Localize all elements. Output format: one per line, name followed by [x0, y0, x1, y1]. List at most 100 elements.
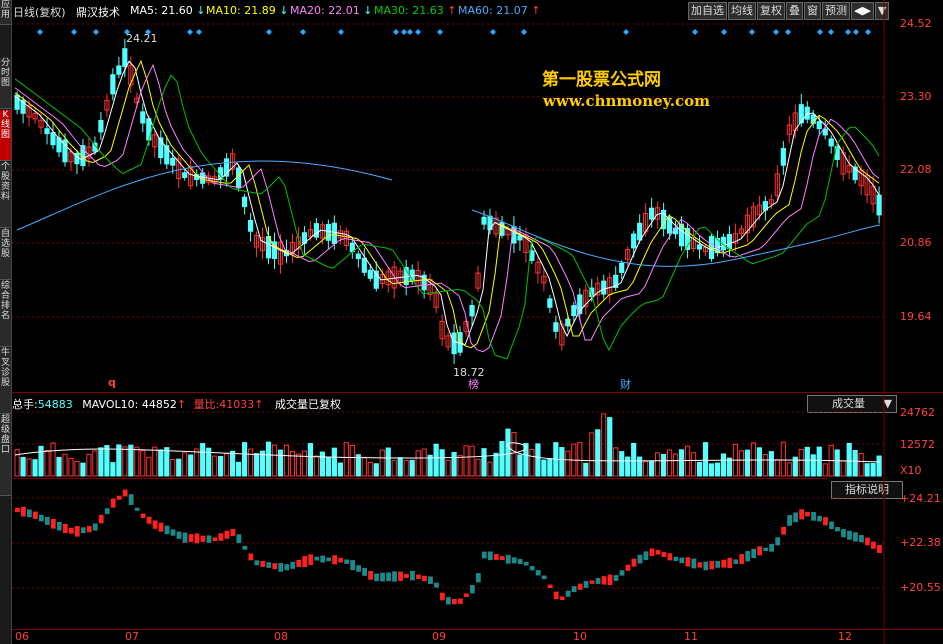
indicator-block: [308, 554, 314, 565]
volume-bar: [38, 445, 44, 477]
signal-diamond: [407, 29, 413, 35]
volume-bar: [541, 459, 547, 477]
indicator-block: [158, 522, 164, 532]
volume-bar: [457, 455, 463, 477]
indicator-block: [787, 515, 793, 526]
volume-bar: [307, 443, 314, 477]
indicator-block: [457, 598, 463, 604]
indicator-block: [266, 562, 272, 568]
indicator-block: [817, 515, 822, 522]
candle-body: [355, 253, 361, 260]
volume-bar: [319, 451, 325, 477]
indicator-block: [404, 573, 409, 578]
volume-bar: [146, 456, 152, 477]
indicator-block: [236, 534, 242, 544]
indicator-block: [529, 566, 535, 571]
volume-bar: [26, 458, 32, 477]
indicator-block: [721, 559, 727, 568]
volume-bar: [768, 451, 774, 477]
indicator-block: [511, 557, 517, 564]
side-tab-watchlist[interactable]: 自选股: [0, 229, 11, 280]
volume-bar: [661, 453, 667, 477]
side-tab-apps[interactable]: 应用: [0, 0, 11, 25]
volume-bar: [529, 448, 535, 477]
indicator-block: [416, 574, 421, 579]
candle-body: [810, 114, 816, 124]
indicator-block: [835, 527, 840, 532]
volume-bar: [637, 456, 643, 477]
indicator-block: [368, 570, 373, 580]
indicator-block: [218, 533, 224, 541]
volume-bar: [810, 454, 816, 477]
indicator-block: [260, 560, 266, 567]
indicator-block: [481, 551, 487, 559]
indicator-block: [811, 512, 816, 521]
candle-body: [140, 111, 146, 124]
chart-area: 日线(复权) 鼎汉技术 MA5: 21.60 ↓ MA10: 21.89 ↓ M…: [12, 0, 943, 644]
volume-bar: [672, 453, 679, 477]
kline-plot[interactable]: [12, 0, 943, 644]
indicator-block: [440, 592, 445, 601]
volume-bar: [499, 441, 505, 477]
volume-bar: [463, 445, 469, 477]
volume-bar: [283, 444, 290, 477]
indicator-block: [613, 575, 619, 581]
indicator-block: [493, 554, 499, 560]
indicator-block: [607, 574, 613, 586]
candle-body: [816, 121, 822, 130]
indicator-block: [338, 557, 344, 563]
indicator-block: [230, 528, 236, 536]
side-tab-super-quote[interactable]: 超级盘口: [0, 415, 11, 496]
volume-bar: [200, 443, 206, 477]
volume-bar: [840, 460, 846, 477]
signal-diamond: [401, 29, 407, 35]
volume-bar: [876, 455, 882, 477]
indicator-block: [679, 557, 685, 564]
volume-bar: [235, 461, 242, 477]
volume-bar: [858, 453, 864, 477]
volume-bar: [194, 448, 200, 477]
volume-bar: [331, 447, 337, 477]
volume-bar: [313, 455, 320, 477]
indicator-block: [320, 555, 326, 563]
candle-body: [50, 132, 56, 146]
candle-body: [619, 262, 625, 273]
indicator-block: [152, 520, 158, 529]
side-tab-diagnosis[interactable]: 牛叉诊股: [0, 348, 11, 414]
indicator-block: [92, 523, 98, 531]
candle-body: [182, 172, 188, 178]
indicator-block: [829, 521, 834, 529]
side-tab-intraday[interactable]: 分时图: [0, 58, 11, 109]
indicator-block: [463, 593, 469, 597]
side-tab-kline[interactable]: K线图: [0, 110, 11, 161]
indicator-block: [823, 517, 828, 526]
side-tab-ranking[interactable]: 综合排名: [0, 281, 11, 347]
volume-bar: [385, 447, 391, 477]
indicator-block: [248, 553, 254, 561]
volume-bar: [613, 447, 619, 477]
signal-diamond: [865, 29, 871, 35]
volume-bar: [182, 452, 188, 477]
volume-bar: [170, 458, 176, 477]
volume-bar: [92, 450, 98, 477]
indicator-block: [272, 563, 278, 570]
indicator-block: [709, 561, 715, 570]
indicator-block: [523, 561, 529, 566]
indicator-block: [691, 558, 697, 569]
indicator-block: [446, 597, 451, 605]
indicator-block: [565, 590, 571, 597]
volume-bar: [475, 458, 481, 477]
indicator-block: [20, 506, 26, 517]
indicator-block: [745, 551, 751, 562]
side-tab-stock-info[interactable]: 个股资料: [0, 162, 11, 228]
indicator-block: [739, 554, 745, 564]
signal-diamond: [521, 29, 527, 35]
indicator-block: [212, 537, 218, 542]
indicator-block: [697, 562, 703, 568]
volume-bar: [391, 460, 397, 477]
volume-bar: [625, 456, 631, 477]
candle-body: [116, 65, 122, 75]
volume-bar: [750, 442, 756, 477]
signal-diamond: [623, 29, 629, 35]
indicator-block: [859, 535, 864, 543]
